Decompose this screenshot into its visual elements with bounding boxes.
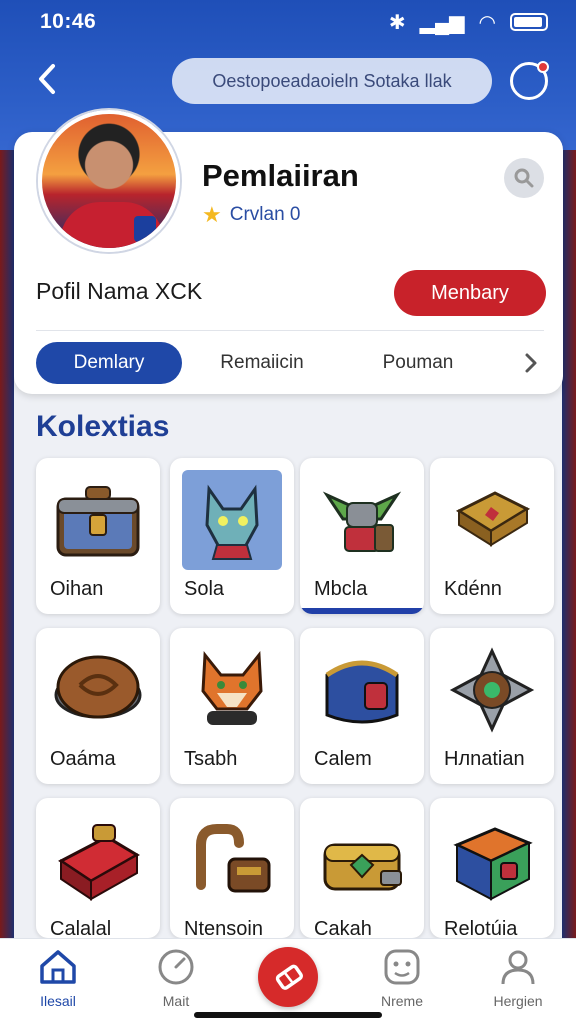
nav-label: Mait [162,993,190,1009]
wolf-icon [182,470,282,570]
member-button[interactable]: Menbary [394,270,546,316]
star-icon: ★ [202,202,222,227]
nav-mait[interactable]: Mait [126,947,226,1017]
item-label: Mbcla [314,578,368,600]
play-button[interactable] [258,947,318,1007]
gauntlet-icon [182,810,282,910]
home-icon [38,947,78,987]
chevron-right-icon [525,353,537,373]
item-label: Hлnatian [444,748,525,770]
nav-label: Ilesail [40,993,76,1009]
collection-item[interactable]: Calalal [36,798,160,938]
rank-row: ★ Crvlan 0 [202,202,300,228]
collection-item[interactable]: Relotúia [430,798,554,938]
tab-bar: Demlary Remaiicin Pouman [36,342,544,384]
collection-item[interactable]: Mbcla [300,458,424,614]
battery-icon [510,13,548,31]
clock-icon [156,947,196,987]
goblin-warrior-icon [312,470,412,570]
item-label: Sola [184,578,225,600]
collection-item[interactable]: Ntensoin [170,798,294,938]
profile-name: Pemlaiiran [202,158,359,193]
collection-item[interactable]: Oihan [36,458,160,614]
search-input[interactable]: Oestopoeadaoieln Sotaka llak [172,58,492,104]
fox-icon [182,640,282,740]
collection-item[interactable]: Tsabh [170,628,294,784]
divider [36,330,544,331]
tab-remaiicin[interactable]: Remaiicin [202,342,322,384]
collection-item[interactable]: Hлnatian [430,628,554,784]
item-label: Calalal [50,918,112,938]
avatar[interactable] [38,110,180,252]
bronze-shield-icon [48,640,148,740]
collection-item[interactable]: Oaáma [36,628,160,784]
profile-card: Pemlaiiran ★ Crvlan 0 Pofil Nama XCK Men… [14,110,563,394]
search-icon [514,168,534,188]
profile-search-button[interactable] [504,158,544,198]
item-label: Oaáma [50,748,116,770]
nav-home[interactable]: Ilesail [8,947,108,1017]
spellbook-icon [442,470,542,570]
section-title: Kolextias [36,410,170,443]
back-button[interactable] [30,62,64,102]
item-label: Ntensoin [184,918,263,938]
nav-label: Nreme [380,993,423,1009]
rank-label: Crvlan 0 [229,204,301,225]
item-label: Calem [314,748,372,770]
nav-label: Hergien [493,993,543,1009]
item-label: Tsabh [184,748,238,770]
face-icon [382,947,422,987]
item-label: Relotúia [444,918,518,938]
collection-item[interactable]: Kdénn [430,458,554,614]
profile-label: Pofil Nama XCK [36,278,203,304]
rainbow-chest-icon [442,810,542,910]
treasure-chest-icon [48,470,148,570]
status-bar: 10:46 ✱ ▂▄▆ ◠ [0,0,576,44]
spiked-gem-icon [442,640,542,740]
bluetooth-icon: ✱ [388,11,406,34]
item-label: Kdénn [444,578,502,600]
collection-item[interactable]: Sola [170,458,294,614]
collection-item[interactable]: Calem [300,628,424,784]
notification-dot [537,61,549,73]
status-icons: ✱ ▂▄▆ ◠ [389,10,548,35]
item-label: Oihan [50,578,104,600]
gold-chest-icon [312,810,412,910]
tab-next-button[interactable] [524,342,548,384]
avatar-badge [134,216,156,242]
person-icon [498,947,538,987]
tab-demlary[interactable]: Demlary [36,342,182,384]
home-indicator [194,1012,382,1018]
collection-item[interactable]: Cakah [300,798,424,938]
notification-button[interactable] [510,61,549,100]
signal-icon: ▂▄▆ [419,11,465,34]
ticket-icon [275,964,303,990]
nav-nreme[interactable]: Nreme [352,947,452,1017]
tab-pouman[interactable]: Pouman [362,342,474,384]
item-label: Cakah [314,918,372,938]
armor-icon [312,640,412,740]
nav-hergien[interactable]: Hergien [468,947,568,1017]
status-time: 10:46 [40,10,97,33]
wifi-icon: ◠ [478,11,496,34]
red-chest-icon [48,810,148,910]
top-nav: Oestopoeadaoieln Sotaka llak [0,52,576,112]
chevron-left-icon [39,64,55,94]
